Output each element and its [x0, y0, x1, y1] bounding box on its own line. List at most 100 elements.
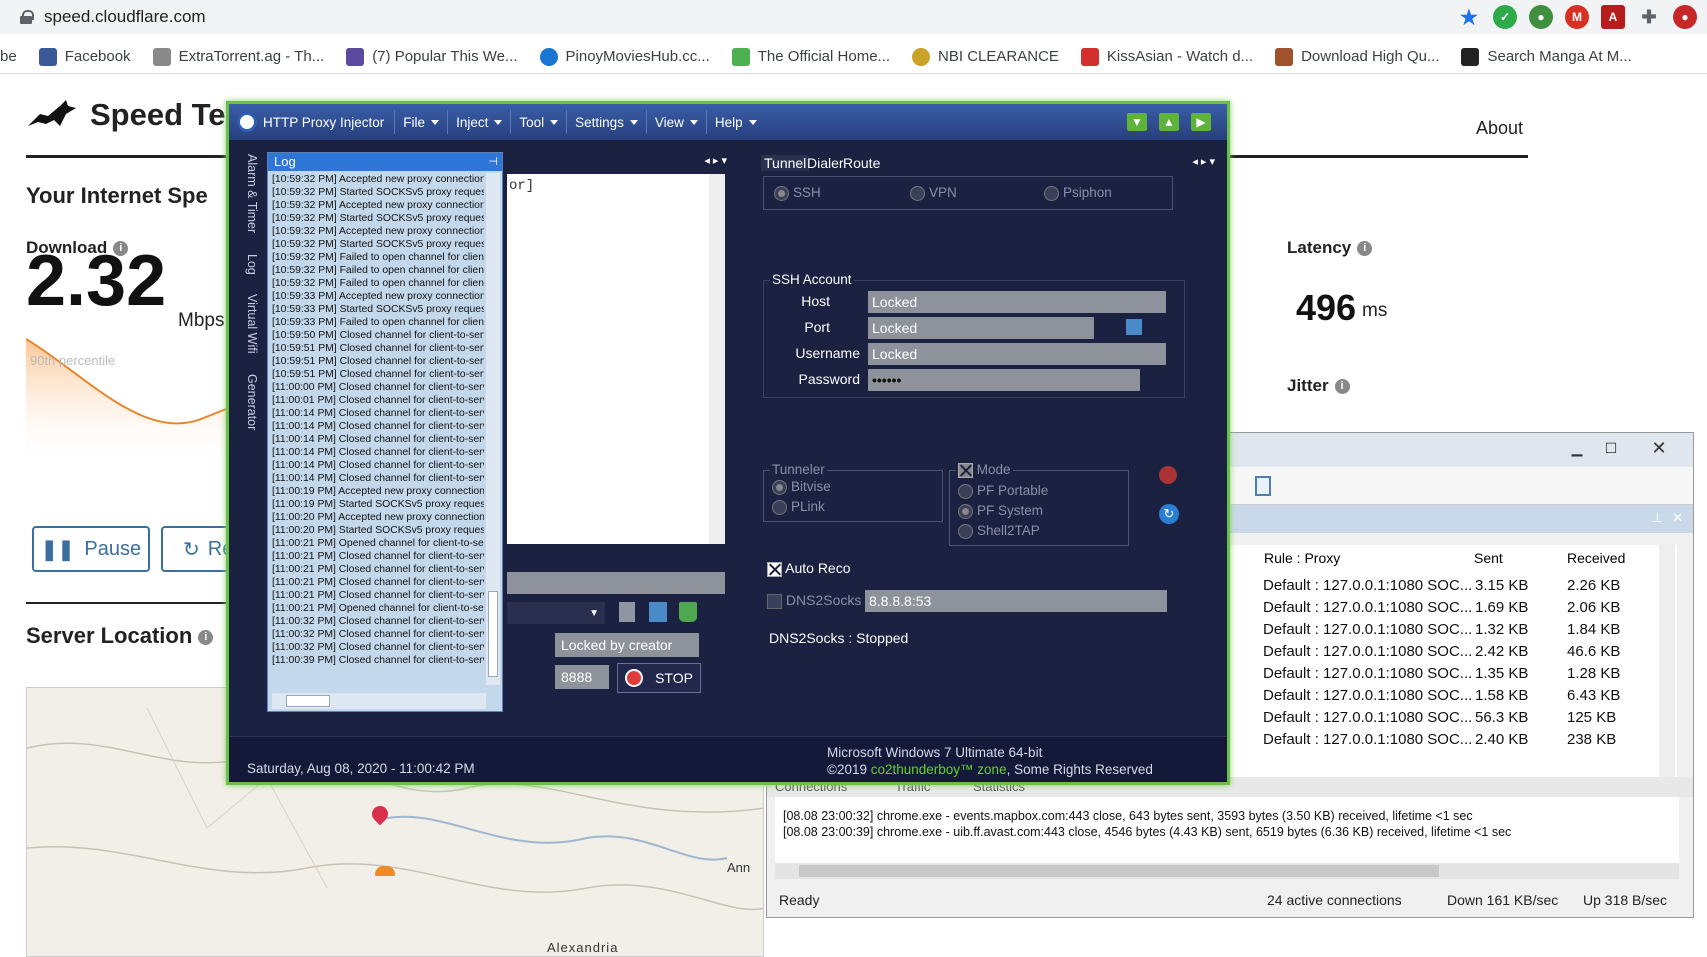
dns-field[interactable]: 8.8.8.8:53: [865, 590, 1167, 612]
ssh-port-field[interactable]: Locked: [868, 317, 1094, 339]
address-bar[interactable]: speed.cloudflare.com ★ ✓ ● M A ✚ ●: [0, 0, 1707, 34]
radio-plink[interactable]: PLink: [772, 499, 825, 515]
column-header-rule[interactable]: Rule : Proxy: [1264, 550, 1340, 566]
arrow-right-icon[interactable]: ▶: [1191, 113, 1211, 131]
bookmark-item[interactable]: PinoyMoviesHub.cc...: [539, 47, 710, 66]
bookmark-item[interactable]: Search Manga At M...: [1461, 47, 1632, 66]
password-field[interactable]: ••••••: [868, 369, 1140, 391]
log-horizontal-scrollbar[interactable]: [775, 863, 1679, 879]
auto-reco-checkbox[interactable]: Auto Reco: [767, 560, 851, 577]
stop-button[interactable]: STOP: [617, 663, 701, 693]
panel-nav-icon[interactable]: ◂ ▸ ▾: [704, 154, 727, 167]
tab-tunnel[interactable]: Tunnel: [761, 155, 810, 171]
log-vertical-scrollbar[interactable]: [486, 173, 500, 685]
radio-pf-system[interactable]: PF System: [958, 503, 1043, 519]
globe-extension-icon[interactable]: ●: [1529, 5, 1553, 29]
latency-label-text: Latency: [1287, 238, 1352, 257]
radio-vpn[interactable]: VPN: [910, 185, 957, 201]
log-line: [10:59:32 PM] Started SOCKSv5 proxy requ…: [272, 213, 484, 224]
bookmark-item[interactable]: (7) Popular This We...: [346, 47, 518, 66]
radio-pf-portable[interactable]: PF Portable: [958, 483, 1048, 499]
menu-help[interactable]: Help: [705, 110, 765, 134]
bookmark-item[interactable]: KissAsian - Watch d...: [1080, 47, 1253, 66]
pdf-extension-icon[interactable]: A: [1601, 5, 1625, 29]
logo[interactable]: Speed Te: [26, 97, 226, 133]
mode-checkbox[interactable]: [958, 462, 973, 478]
document-icon[interactable]: [619, 602, 635, 622]
scroll-thumb[interactable]: [286, 695, 330, 707]
radio-bitvise[interactable]: Bitvise: [772, 479, 831, 495]
side-tab-generator[interactable]: Generator: [245, 374, 259, 430]
minimize-button[interactable]: ▁: [1561, 437, 1593, 459]
radio-ssh[interactable]: SSH: [774, 185, 821, 201]
port-field[interactable]: 8888: [555, 665, 609, 689]
inject-field[interactable]: [507, 572, 725, 594]
close-panel-icon[interactable]: ✕: [1672, 510, 1683, 526]
url-text[interactable]: speed.cloudflare.com: [44, 7, 206, 27]
menu-view[interactable]: View: [645, 110, 706, 134]
inject-dropdown[interactable]: ▼: [507, 602, 605, 624]
tab-dialer[interactable]: Dialer: [807, 155, 844, 171]
save-icon[interactable]: [1126, 319, 1142, 335]
clipboard-icon[interactable]: [1255, 476, 1271, 496]
pause-button[interactable]: ❚❚ Pause: [32, 526, 150, 572]
menu-tool[interactable]: Tool: [510, 110, 566, 134]
footer-zone-link[interactable]: co2thunderboy™ zone: [871, 762, 1007, 777]
side-tab-log[interactable]: Log: [245, 254, 259, 275]
connections-log: [08.08 23:00:32] chrome.exe - events.map…: [775, 797, 1679, 867]
cell-sent: 56.3 KB: [1475, 709, 1529, 726]
cell-sent: 2.42 KB: [1475, 643, 1529, 660]
column-header-sent[interactable]: Sent: [1474, 550, 1503, 566]
info-icon[interactable]: i: [1334, 379, 1350, 395]
scroll-thumb[interactable]: [799, 865, 1439, 877]
maximize-button[interactable]: ☐: [1595, 437, 1627, 459]
arrow-up-icon[interactable]: ▲: [1159, 113, 1179, 131]
menu-inject[interactable]: Inject: [447, 110, 510, 134]
mail-extension-icon[interactable]: M: [1565, 5, 1589, 29]
about-link[interactable]: About: [1476, 118, 1523, 139]
radio-shell2tap[interactable]: Shell2TAP: [958, 523, 1040, 539]
bookmark-item[interactable]: Download High Qu...: [1275, 47, 1439, 66]
radio-psiphon[interactable]: Psiphon: [1044, 185, 1112, 201]
bookmark-item[interactable]: Facebook: [38, 47, 131, 66]
grid-scrollbar[interactable]: [1659, 545, 1675, 777]
radio-label: VPN: [929, 185, 957, 200]
avatar[interactable]: ●: [1673, 5, 1697, 29]
username-field[interactable]: Locked: [868, 343, 1166, 365]
menu-file[interactable]: File: [394, 110, 447, 134]
mode-label[interactable]: Mode: [956, 462, 1013, 478]
record-icon[interactable]: [1159, 466, 1177, 484]
side-tab-virtual-wifi[interactable]: Virtual Wifi: [245, 294, 259, 354]
tab-route[interactable]: Route: [843, 155, 880, 171]
info-icon[interactable]: i: [1357, 241, 1373, 257]
shield-extension-icon[interactable]: ✓: [1493, 5, 1517, 29]
panel-nav-icon[interactable]: ◂ ▸ ▾: [1192, 155, 1215, 168]
arrow-down-icon[interactable]: ▼: [1127, 113, 1147, 131]
payload-scrollbar[interactable]: [709, 174, 725, 544]
trash-icon[interactable]: [679, 602, 697, 622]
save-icon[interactable]: [649, 602, 667, 622]
info-icon[interactable]: i: [198, 629, 214, 645]
bookmark-item[interactable]: be: [0, 48, 17, 65]
close-button[interactable]: ✕: [1643, 437, 1675, 459]
side-tab-alarm-timer[interactable]: Alarm & Timer: [245, 154, 259, 233]
dns2socks-checkbox[interactable]: DNS2Socks: [767, 592, 861, 609]
server-marker-icon[interactable]: [375, 866, 395, 876]
log-horizontal-scrollbar[interactable]: [272, 693, 486, 709]
bookmark-item[interactable]: ExtraTorrent.ag - Th...: [152, 47, 324, 66]
refresh-icon[interactable]: ↻: [1159, 504, 1179, 524]
star-icon[interactable]: ★: [1457, 5, 1481, 29]
pin-icon[interactable]: ⊥: [1652, 510, 1663, 526]
column-header-received[interactable]: Received: [1567, 550, 1625, 566]
cell-rule: Default : 127.0.0.1:1080 SOC...: [1263, 665, 1473, 682]
bookmark-item[interactable]: NBI CLEARANCE: [912, 47, 1059, 66]
puzzle-icon[interactable]: ✚: [1637, 5, 1661, 29]
payload-textarea[interactable]: or]: [507, 174, 725, 544]
refresh-icon: ↻: [183, 538, 200, 561]
pin-icon[interactable]: ⊣: [488, 153, 498, 171]
host-field[interactable]: Locked: [868, 291, 1166, 313]
bookmark-item[interactable]: The Official Home...: [731, 47, 890, 66]
locked-by-creator-field[interactable]: Locked by creator: [555, 633, 699, 657]
menu-settings[interactable]: Settings: [566, 110, 646, 134]
scroll-thumb[interactable]: [488, 591, 498, 677]
